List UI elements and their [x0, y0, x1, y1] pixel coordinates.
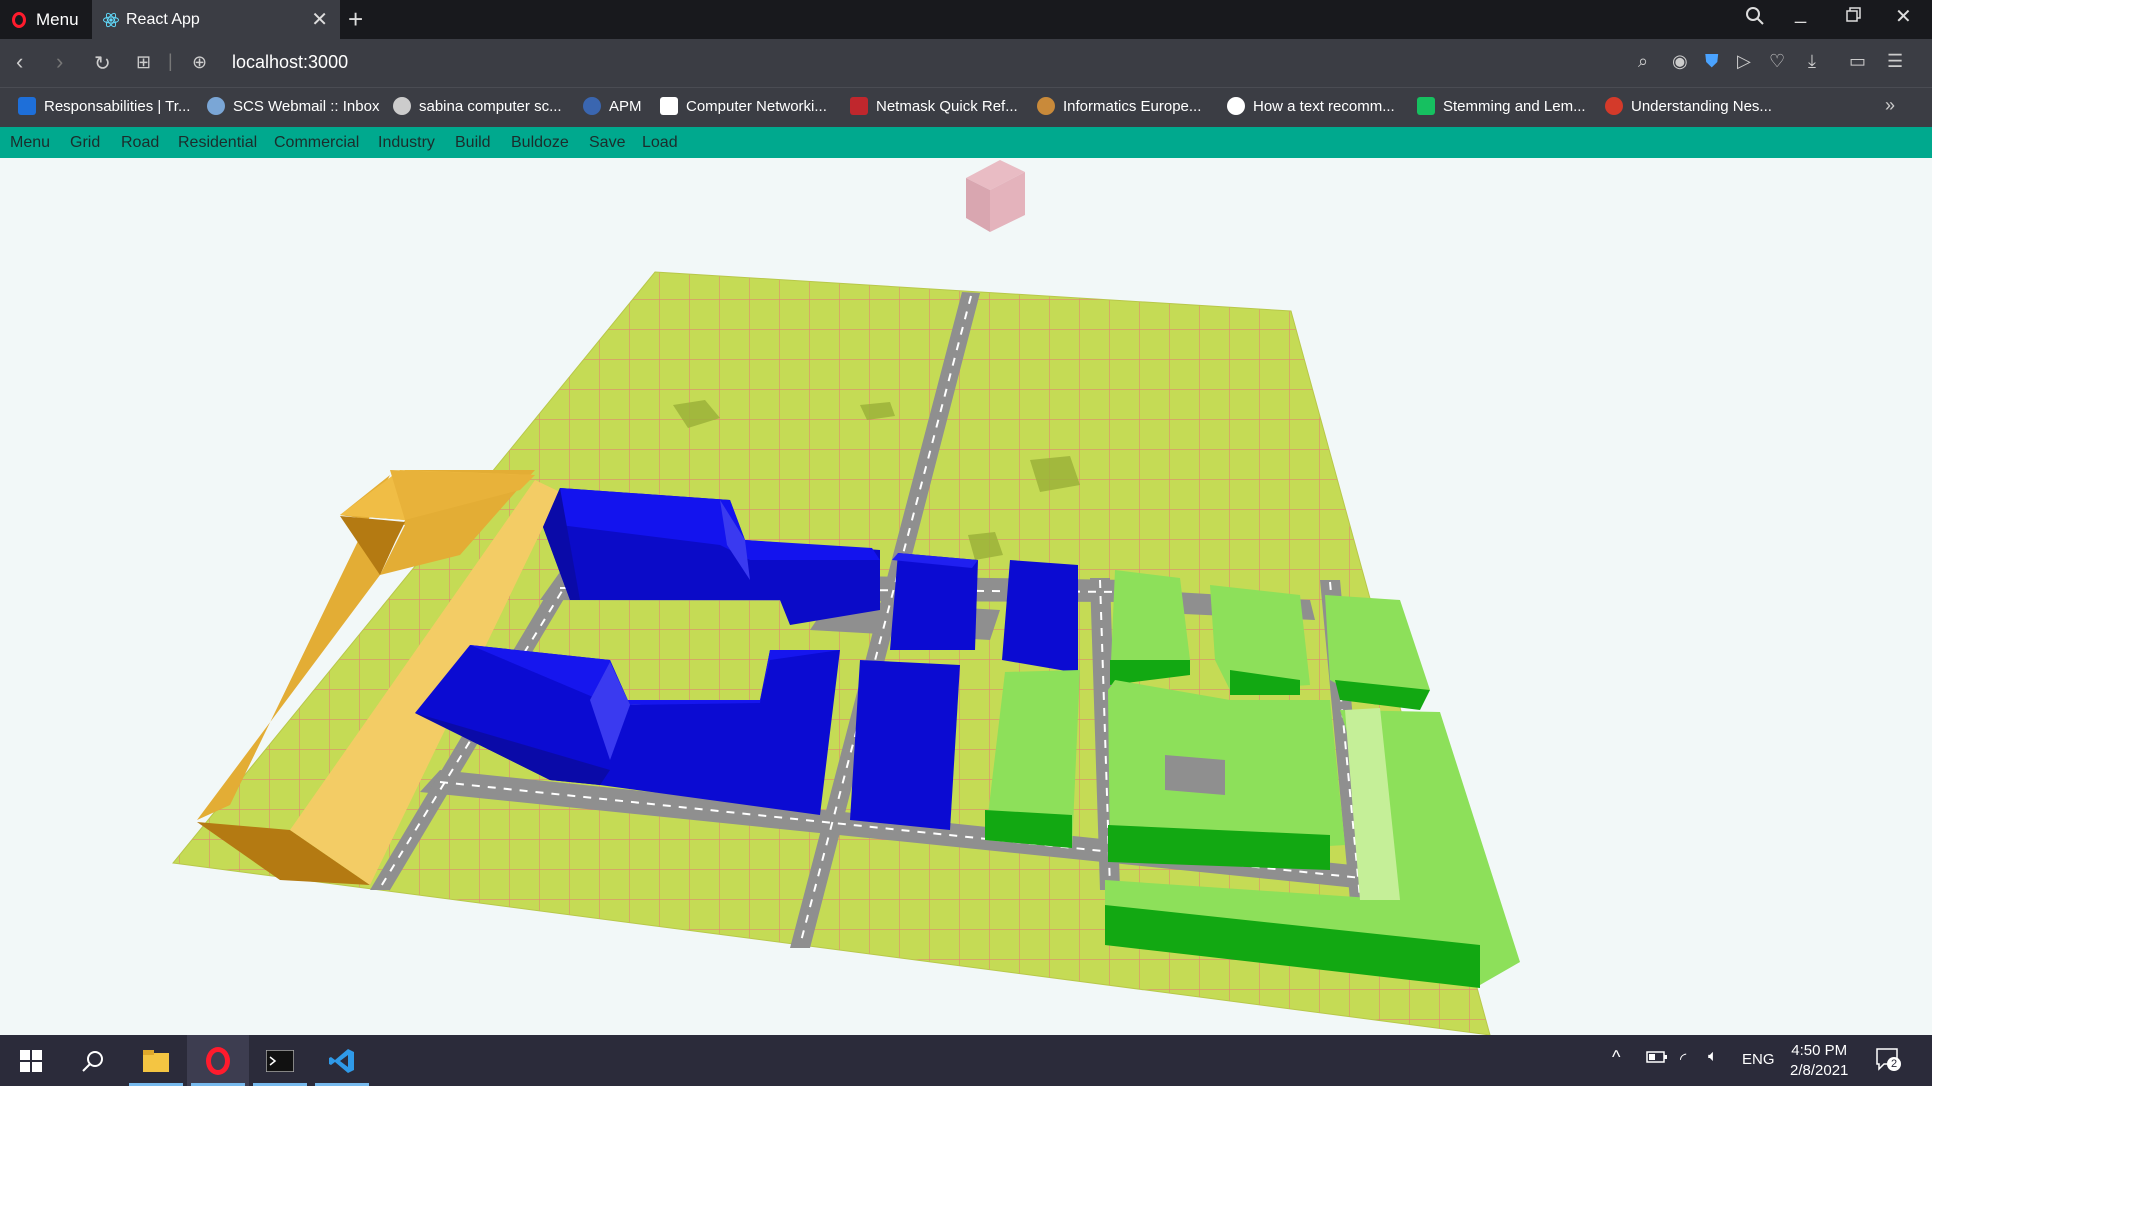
menu-item-menu[interactable]: Menu	[10, 134, 50, 152]
search-tabs-icon[interactable]	[1745, 6, 1765, 32]
vscode-icon[interactable]	[311, 1035, 373, 1086]
understanding-icon	[1605, 97, 1623, 115]
bookmark-item[interactable]: APM	[583, 97, 642, 115]
menu-item-road[interactable]: Road	[121, 134, 159, 152]
menu-item-residential[interactable]: Residential	[178, 134, 257, 152]
stemming-icon	[1417, 97, 1435, 115]
medium-icon	[1227, 97, 1245, 115]
forward-icon[interactable]: ›	[56, 49, 63, 75]
bookmark-item[interactable]: Stemming and Lem...	[1417, 97, 1586, 115]
opera-menu-button[interactable]: Menu	[0, 0, 92, 39]
menu-item-commercial[interactable]: Commercial	[274, 134, 359, 152]
menu-item-grid[interactable]: Grid	[70, 134, 100, 152]
minimize-icon[interactable]: _	[1795, 2, 1806, 25]
running-indicator	[315, 1083, 369, 1086]
wifi-icon[interactable]: ◜	[1680, 1049, 1686, 1069]
clock-date: 2/8/2021	[1790, 1062, 1849, 1079]
download-icon[interactable]: ⤓	[1808, 51, 1816, 72]
bookmark-item[interactable]: SCS Webmail :: Inbox	[207, 97, 379, 115]
bookmarks-bar: Responsabilities | Tr... SCS Webmail :: …	[0, 87, 1932, 128]
adblock-shield-icon[interactable]: ⛊	[1705, 51, 1719, 72]
app-menu-bar: Menu Grid Road Residential Commercial In…	[0, 127, 1932, 158]
terminal-icon[interactable]	[249, 1035, 311, 1086]
restore-icon[interactable]	[1845, 6, 1863, 30]
bookmark-item[interactable]: Computer Networki...	[660, 97, 827, 115]
menu-item-load[interactable]: Load	[642, 134, 678, 152]
search-icon[interactable]	[62, 1035, 124, 1086]
easy-setup-icon[interactable]: ☰	[1887, 51, 1903, 72]
running-indicator	[129, 1083, 183, 1086]
chevron-up-icon[interactable]: ^	[1612, 1047, 1620, 1068]
bookmark-item[interactable]: Netmask Quick Ref...	[850, 97, 1018, 115]
browser-tab[interactable]: React App ✕	[92, 0, 340, 39]
url-field[interactable]: localhost:3000	[232, 52, 348, 73]
menu-item-build[interactable]: Build	[455, 134, 491, 152]
send-icon[interactable]: ▷	[1737, 51, 1751, 72]
close-tab-icon[interactable]: ✕	[311, 7, 328, 32]
battery-saver-icon[interactable]: ▭	[1849, 51, 1866, 72]
more-bookmarks-icon[interactable]: »	[1885, 95, 1895, 116]
language-indicator[interactable]: ENG	[1742, 1051, 1775, 1068]
speed-dial-icon[interactable]: ⊞	[136, 52, 151, 73]
apm-icon	[583, 97, 601, 115]
opera-logo-icon	[206, 1046, 230, 1075]
netmask-icon	[850, 97, 868, 115]
globe-icon: ⊕	[192, 52, 208, 72]
start-icon[interactable]	[0, 1035, 62, 1086]
tab-title: React App	[126, 10, 200, 28]
browser-tab-bar: Menu React App ✕ + _ ✕	[0, 0, 1932, 39]
cursor-cube	[966, 160, 1025, 232]
bookmark-item[interactable]: Understanding Nes...	[1605, 97, 1772, 115]
address-bar: ‹ › ↻ ⊞ | ⊕ localhost:3000 ⌕ ◉ ⛊ ▷ ♡ ⤓ ▭…	[0, 39, 1932, 87]
snapshot-icon[interactable]: ◉	[1672, 51, 1688, 72]
notification-count: 2	[1887, 1057, 1901, 1071]
bookmark-item[interactable]: Responsabilities | Tr...	[18, 97, 190, 115]
networking-icon	[660, 97, 678, 115]
wordpress-icon	[393, 97, 411, 115]
opera-icon[interactable]	[187, 1035, 249, 1086]
trello-icon	[18, 97, 36, 115]
menu-item-industry[interactable]: Industry	[378, 134, 435, 152]
opera-logo-icon	[12, 11, 26, 28]
find-icon[interactable]: ⌕	[1638, 51, 1648, 72]
reload-icon[interactable]: ↻	[94, 51, 111, 76]
bookmark-item[interactable]: Informatics Europe...	[1037, 97, 1201, 115]
clock[interactable]: 4:50 PM 2/8/2021	[1790, 1041, 1848, 1081]
volume-icon[interactable]: 🔈︎	[1708, 1048, 1718, 1066]
clock-time: 4:50 PM	[1791, 1042, 1848, 1059]
webmail-icon	[207, 97, 225, 115]
menu-item-buldoze[interactable]: Buldoze	[511, 134, 569, 152]
bookmark-item[interactable]: How a text recomm...	[1227, 97, 1395, 115]
menu-item-save[interactable]: Save	[589, 134, 625, 152]
screen: Menu React App ✕ + _ ✕ ‹ › ↻ ⊞ | ⊕ local…	[0, 0, 1932, 1086]
running-indicator	[191, 1083, 245, 1086]
windows-taskbar: ^ ◜ 🔈︎ ENG 4:50 PM 2/8/2021 2	[0, 1035, 1932, 1086]
heart-icon[interactable]: ♡	[1769, 51, 1785, 72]
react-favicon-icon	[103, 12, 119, 27]
opera-menu-label: Menu	[36, 9, 79, 29]
battery-icon[interactable]	[1646, 1050, 1668, 1068]
notifications-icon[interactable]: 2	[1875, 1047, 1901, 1076]
bookmark-item[interactable]: sabina computer sc...	[393, 97, 562, 115]
file-explorer-icon[interactable]	[125, 1035, 187, 1086]
new-tab-icon[interactable]: +	[348, 4, 363, 35]
separator: |	[168, 51, 173, 71]
back-icon[interactable]: ‹	[16, 49, 23, 75]
city-3d-canvas[interactable]	[0, 158, 1932, 1035]
close-window-icon[interactable]: ✕	[1895, 4, 1912, 29]
informatics-europe-icon	[1037, 97, 1055, 115]
running-indicator	[253, 1083, 307, 1086]
